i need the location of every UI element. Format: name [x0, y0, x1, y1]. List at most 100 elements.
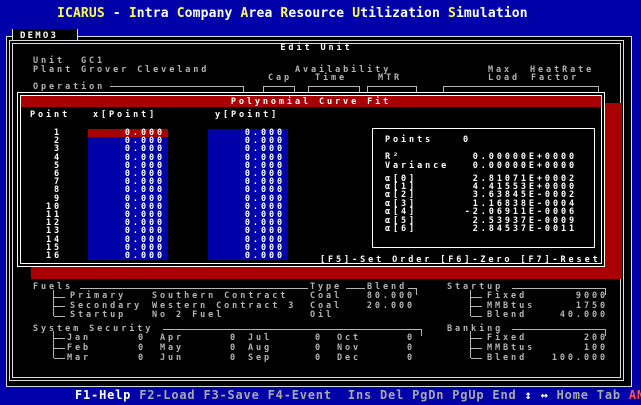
month-jun-label: Jun: [160, 354, 184, 363]
keybar-spacer: [589, 388, 597, 402]
month-jul-field[interactable]: 0: [295, 334, 323, 343]
app-title-segment: esource: [288, 6, 352, 21]
poly-y-cell[interactable]: 0.000: [208, 252, 285, 261]
fuel-contract-field[interactable]: Southern Contract: [152, 292, 288, 301]
fkey--[interactable]: ↕: [525, 388, 533, 402]
month-aug-field[interactable]: 0: [295, 344, 323, 353]
startup-tree-tick: [471, 297, 482, 298]
system-security-rule: [163, 329, 413, 336]
system-security-tree-tick: [54, 358, 65, 359]
app-title-segment: ntra: [137, 6, 177, 21]
alpha-label: α[6]: [385, 225, 417, 234]
fkey-pgup[interactable]: PgUp: [452, 388, 484, 402]
startup-blend-field[interactable]: 40.000: [520, 311, 608, 320]
fuel-contract-field[interactable]: No 2 Fuel: [152, 311, 224, 320]
keybar-spacer: [404, 388, 412, 402]
month-dec-field[interactable]: 0: [387, 354, 415, 363]
startup-tree-tick: [471, 306, 482, 307]
month-oct-field[interactable]: 0: [387, 334, 415, 343]
fkey-f1-help[interactable]: F1-Help: [75, 388, 131, 402]
fkey-del[interactable]: Del: [380, 388, 404, 402]
function-key-bar: F1-Help F2-Load F3-Save F4-Event Ins Del…: [75, 388, 641, 404]
banking-label: Banking: [447, 325, 503, 334]
app-title: ICARUS - Intra Company Area Resource Uti…: [57, 6, 528, 21]
keybar-spacer: [549, 388, 557, 402]
banking-tree-tick: [471, 348, 482, 349]
keybar-spacer: [533, 388, 541, 402]
plant-value-field[interactable]: Grover Cleveland: [81, 66, 209, 75]
system-security-tree-tick: [54, 348, 65, 349]
fuel-type-field[interactable]: Coal: [310, 292, 342, 301]
fuel-type-field[interactable]: Coal: [310, 302, 342, 311]
app-title-segment: ompany: [185, 6, 241, 21]
app-title-segment: C: [177, 6, 185, 21]
fkey-f4-event[interactable]: F4-Event: [268, 388, 332, 402]
startup-fixed-field[interactable]: 9000: [520, 292, 608, 301]
keybar-spacer: [621, 388, 629, 402]
fkey-tab[interactable]: Tab: [597, 388, 621, 402]
keybar-spacer: [517, 388, 525, 402]
popup-fkey-hint: [F5]-Set Order [F6]-Zero [F7]-Reset: [320, 256, 601, 265]
alpha-value: 2.84537E-0011: [420, 225, 577, 234]
month-jan-label: Jan: [67, 334, 91, 343]
month-sep-field[interactable]: 0: [295, 354, 323, 363]
month-apr-label: Apr: [160, 334, 184, 343]
month-jul-label: Jul: [248, 334, 272, 343]
month-may-field[interactable]: 0: [210, 344, 238, 353]
fuel-type-field[interactable]: Oil: [310, 311, 334, 320]
col-header-x: x[Point]: [93, 111, 157, 120]
edit-unit-title: Edit Unit: [9, 44, 624, 53]
system-security-tree-tick: [54, 338, 65, 339]
keybar-spacer: [131, 388, 139, 402]
banking-mmbtus-field[interactable]: 100: [520, 344, 608, 353]
operation-label: Operation: [33, 83, 105, 92]
fkey-f3-save[interactable]: F3-Save: [203, 388, 259, 402]
month-nov-field[interactable]: 0: [387, 344, 415, 353]
banking-blend-field[interactable]: 100.000: [520, 354, 608, 363]
fuel-name-secondary: Secondary: [70, 302, 142, 311]
fkey-end[interactable]: End: [492, 388, 516, 402]
mtr-label: MTR: [378, 74, 402, 83]
month-feb-field[interactable]: 0: [118, 344, 146, 353]
load-label: Load: [488, 74, 520, 83]
month-mar-label: Mar: [67, 354, 91, 363]
month-jun-field[interactable]: 0: [210, 354, 238, 363]
variance-value: 0.00000E+0000: [420, 162, 577, 171]
fkey-an[interactable]: AN: [629, 388, 641, 402]
month-may-label: May: [160, 344, 184, 353]
fkey-pgdn[interactable]: PgDn: [412, 388, 444, 402]
app-title-segment: imulation: [456, 6, 528, 21]
poly-x-cell[interactable]: 0.000: [88, 252, 165, 261]
month-jan-field[interactable]: 0: [118, 334, 146, 343]
title-bar: ICARUS - Intra Company Area Resource Uti…: [0, 0, 641, 27]
fuel-name-startup: Startup: [70, 311, 126, 320]
fuels-tree-tick: [54, 316, 65, 317]
app-title-segment: I: [129, 6, 137, 21]
app-title-segment: -: [105, 6, 129, 21]
keybar-spacer: [260, 388, 268, 402]
app-title-segment: ICARUS: [57, 6, 105, 21]
col-header-point: Point: [30, 111, 70, 120]
fkey-home[interactable]: Home: [557, 388, 589, 402]
startup-mmbtus-field[interactable]: 1750: [520, 302, 608, 311]
month-apr-field[interactable]: 0: [210, 334, 238, 343]
startup-tree-line: [470, 290, 471, 316]
app-title-segment: rea: [249, 6, 281, 21]
fuel-contract-field[interactable]: Western Contract 3: [152, 302, 296, 311]
fkey-ins[interactable]: Ins: [348, 388, 372, 402]
fuels-tree-line: [53, 290, 54, 316]
month-sep-label: Sep: [248, 354, 272, 363]
banking-tree-tick: [471, 338, 482, 339]
keybar-spacer: [372, 388, 380, 402]
cap-label: Cap: [268, 74, 292, 83]
banking-fixed-field[interactable]: 200: [520, 334, 608, 343]
fkey--[interactable]: ↔: [541, 388, 549, 402]
month-mar-field[interactable]: 0: [118, 354, 146, 363]
app-title-segment: A: [241, 6, 249, 21]
fuel-blend-field[interactable]: 20.000: [345, 302, 415, 311]
startup-tree-tick: [471, 316, 482, 317]
app-title-segment: S: [448, 6, 456, 21]
fuel-name-primary: Primary: [70, 292, 126, 301]
fuel-blend-field[interactable]: 80.000: [345, 292, 415, 301]
fkey-f2-load[interactable]: F2-Load: [139, 388, 195, 402]
